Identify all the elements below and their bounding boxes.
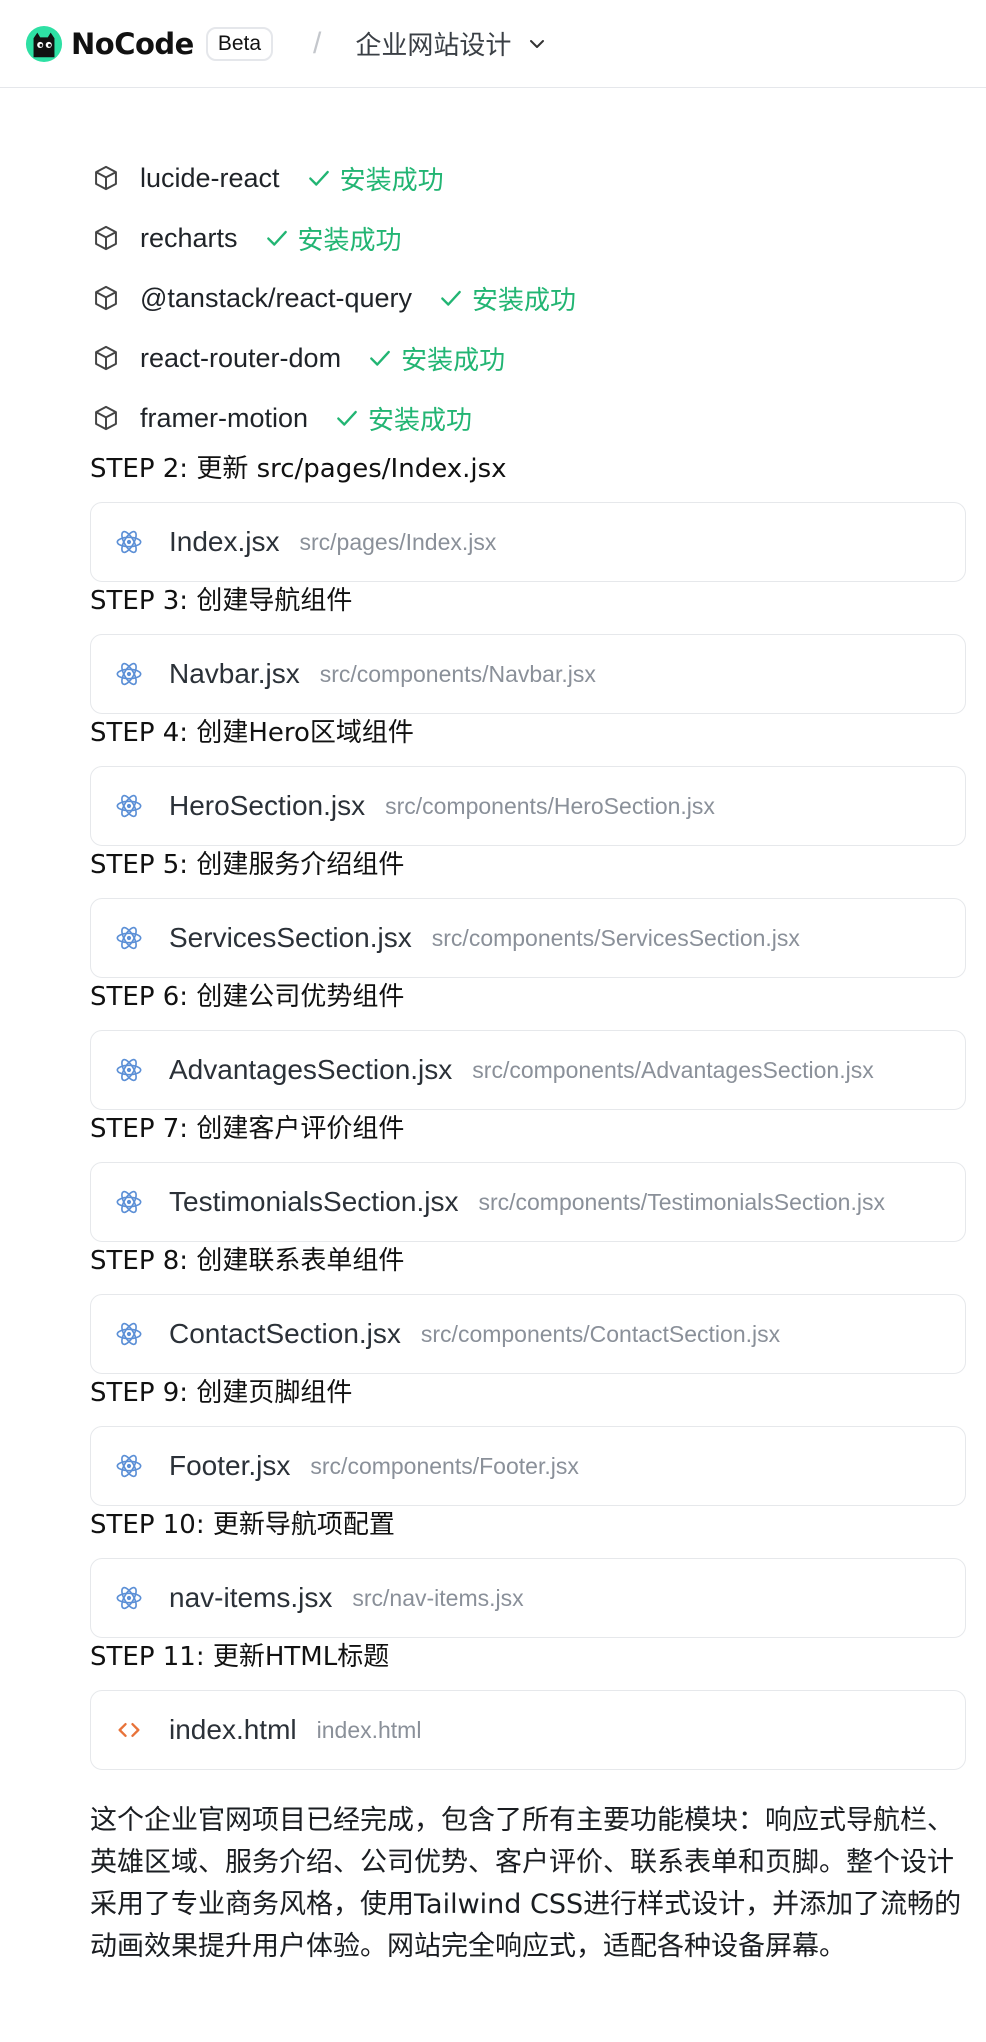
file-name: TestimonialsSection.jsx	[169, 1186, 459, 1217]
react-icon	[116, 1058, 142, 1082]
file-name: ServicesSection.jsx	[169, 922, 412, 953]
step-title: STEP 7: 创建客户评价组件	[90, 1114, 405, 1144]
chevron-down-icon[interactable]	[527, 34, 547, 54]
file-path: src/pages/Index.jsx	[299, 528, 497, 555]
install-status: 安装成功	[401, 345, 506, 376]
package-icon	[95, 285, 117, 311]
file-name: Navbar.jsx	[169, 658, 300, 689]
file-name: ContactSection.jsx	[169, 1318, 401, 1349]
step-item: STEP 8: 创建联系表单组件 ContactSection.jsx src/…	[90, 1228, 966, 1374]
file-name: Footer.jsx	[169, 1450, 291, 1481]
step-title: STEP 10: 更新导航项配置	[90, 1510, 395, 1540]
check-icon	[441, 290, 461, 306]
step-item: STEP 6: 创建公司优势组件 AdvantagesSection.jsx s…	[90, 964, 966, 1110]
header-separator: /	[313, 26, 322, 60]
file-path: src/components/ContactSection.jsx	[420, 1320, 781, 1347]
step-item: STEP 7: 创建客户评价组件 TestimonialsSection.jsx…	[90, 1096, 966, 1242]
step-title: STEP 4: 创建Hero区域组件	[90, 718, 414, 748]
step-item: STEP 5: 创建服务介绍组件 ServicesSection.jsx src…	[90, 832, 966, 978]
dependency-name: recharts	[140, 222, 238, 253]
package-icon	[95, 225, 117, 251]
file-name: AdvantagesSection.jsx	[169, 1054, 453, 1085]
file-path: src/components/TestimonialsSection.jsx	[478, 1188, 885, 1215]
step-title: STEP 2: 更新 src/pages/Index.jsx	[90, 454, 507, 484]
dependency-list: lucide-react 安装成功 recharts 安装成功 @tanstac…	[92, 148, 952, 448]
file-path: src/nav-items.jsx	[352, 1584, 524, 1611]
install-status: 安装成功	[472, 285, 577, 316]
step-item: STEP 9: 创建页脚组件 Footer.jsx src/components…	[90, 1360, 966, 1506]
file-path: src/components/ServicesSection.jsx	[431, 924, 800, 951]
step-title: STEP 6: 创建公司优势组件	[90, 982, 405, 1012]
step-item: STEP 4: 创建Hero区域组件 HeroSection.jsx src/c…	[90, 700, 966, 846]
package-icon	[95, 345, 117, 371]
dependency-item: react-router-dom 安装成功	[92, 328, 952, 388]
dependency-name: lucide-react	[140, 162, 280, 193]
step-title: STEP 5: 创建服务介绍组件	[90, 850, 405, 880]
dependency-item: lucide-react 安装成功	[92, 148, 952, 208]
react-icon	[116, 1586, 142, 1610]
dependency-name: @tanstack/react-query	[140, 282, 413, 313]
install-status: 安装成功	[297, 225, 402, 256]
summary-text: 这个企业官网项目已经完成，包含了所有主要功能模块：响应式导航栏、英雄区域、服务介…	[90, 1805, 962, 1962]
package-icon	[95, 405, 117, 431]
file-name: nav-items.jsx	[169, 1582, 333, 1613]
dependency-name: framer-motion	[140, 402, 309, 433]
step-title: STEP 9: 创建页脚组件	[90, 1378, 353, 1408]
install-status: 安装成功	[368, 405, 473, 436]
step-title: STEP 11: 更新HTML标题	[90, 1642, 390, 1672]
file-name: index.html	[169, 1714, 297, 1745]
step-title: STEP 8: 创建联系表单组件	[90, 1246, 405, 1276]
dependency-item: @tanstack/react-query 安装成功	[92, 268, 952, 328]
file-name: Index.jsx	[169, 526, 280, 557]
dependency-name: react-router-dom	[140, 342, 342, 373]
step-item: STEP 11: 更新HTML标题 index.html index.html	[90, 1624, 966, 1770]
step-item: STEP 2: 更新 src/pages/Index.jsx Index.jsx…	[90, 436, 966, 582]
brand-name[interactable]: NoCode	[71, 27, 194, 61]
step-item: STEP 10: 更新导航项配置 nav-items.jsx src/nav-i…	[90, 1492, 966, 1638]
step-title: STEP 3: 创建导航组件	[90, 586, 353, 616]
html-code-icon	[118, 1723, 140, 1737]
install-status: 安装成功	[339, 165, 444, 196]
file-path: src/components/Footer.jsx	[310, 1452, 579, 1479]
file-path: index.html	[316, 1716, 422, 1743]
react-icon	[116, 1322, 142, 1346]
file-name: HeroSection.jsx	[169, 790, 366, 821]
file-path: src/components/AdvantagesSection.jsx	[472, 1056, 874, 1083]
package-icon	[95, 165, 117, 191]
check-icon	[370, 350, 390, 366]
file-card[interactable]: index.html index.html	[90, 1690, 966, 1770]
react-icon	[116, 1190, 142, 1214]
check-icon	[308, 170, 329, 186]
file-path: src/components/HeroSection.jsx	[385, 792, 715, 819]
step-item: STEP 3: 创建导航组件 Navbar.jsx src/components…	[90, 568, 966, 714]
react-icon	[116, 926, 142, 950]
react-icon	[116, 794, 142, 818]
beta-badge: Beta	[205, 26, 274, 61]
top-header: NoCode Beta / 企业网站设计	[0, 0, 986, 88]
react-icon	[116, 1454, 142, 1478]
step-list: STEP 2: 更新 src/pages/Index.jsx Index.jsx…	[90, 436, 966, 1770]
project-title[interactable]: 企业网站设计	[355, 25, 511, 62]
dependency-item: recharts 安装成功	[92, 208, 952, 268]
check-icon	[337, 410, 357, 426]
react-icon	[116, 662, 142, 686]
check-icon	[266, 230, 287, 246]
react-icon	[116, 530, 142, 554]
file-path: src/components/Navbar.jsx	[319, 660, 596, 687]
nocode-logo-icon[interactable]	[25, 25, 63, 63]
